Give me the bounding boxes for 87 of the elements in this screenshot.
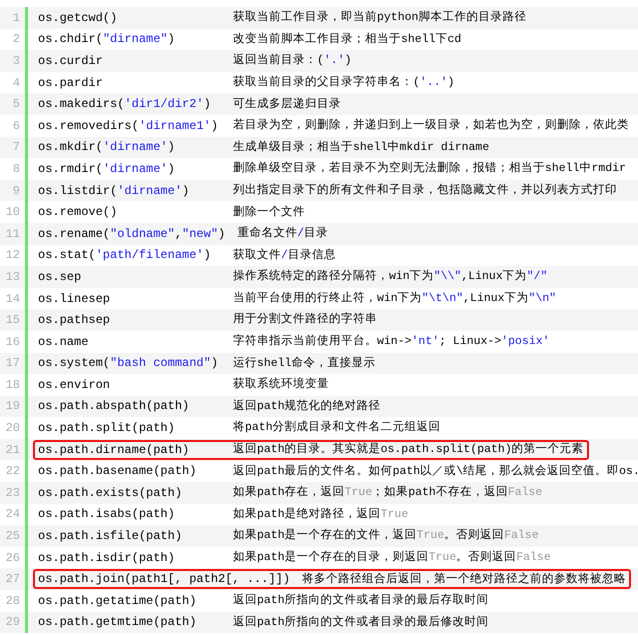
function-name: os.path.isdir(path) <box>38 550 176 567</box>
line-number: 4 <box>12 74 20 92</box>
function-name: os.mkdir('dirname') <box>38 139 176 156</box>
description: 可生成多层递归目录 <box>233 96 341 113</box>
description: 返回path的目录。其实就是os.path.split(path)的第一个元素 <box>233 441 584 458</box>
description: 如果path是一个存在的文件，返回True。否则返回 False <box>233 528 539 544</box>
line-number: 11 <box>6 226 20 243</box>
line-number: 22 <box>6 463 20 480</box>
function-name: os.path.abspath(path) <box>38 398 190 416</box>
description: 生成单级目录；相当于shell中mkdir dirname <box>233 140 490 156</box>
description: 如果path存在，返回True；如果path不存在，返回 False <box>233 484 542 502</box>
line-number: 5 <box>12 96 20 114</box>
description: 用于分割文件路径的字符串 <box>233 311 377 328</box>
line-number: 18 <box>6 376 20 394</box>
function-name: os.pardir <box>38 74 104 92</box>
description: 重命名文件/目录 <box>237 226 328 242</box>
description: 获取当前目录的父目录字符串名：('..') <box>233 74 454 91</box>
description: 列出指定目录下的所有文件和子目录，包括隐藏文件，并以列表方式打印 <box>233 182 617 199</box>
function-name: os.name <box>38 334 90 351</box>
function-name: os.path.getmtime(path) <box>38 614 198 632</box>
line-number: 29 <box>6 614 20 632</box>
line-number: 15 <box>6 312 20 330</box>
line-number: 9 <box>12 182 20 200</box>
line-number: 23 <box>6 484 20 502</box>
function-name: os.getcwd() <box>38 10 118 27</box>
function-name: os.removedirs('dirname1') <box>38 118 220 135</box>
line-number: 14 <box>6 290 20 308</box>
line-number: 1 <box>12 10 20 27</box>
description: 获取系统环境变量 <box>233 376 329 394</box>
function-name: os.path.exists(path) <box>38 484 184 502</box>
function-name: os.path.getatime(path) <box>38 592 198 610</box>
function-name: os.stat('path/filename') <box>38 247 212 264</box>
description: 当前平台使用的行终止符，win下为"\t\n",Linux下为"\n" <box>233 290 556 307</box>
line-number: 26 <box>6 550 20 567</box>
function-name: os.system("bash command") <box>38 355 220 372</box>
function-name: os.chdir("dirname") <box>38 31 176 48</box>
function-name: os.listdir('dirname') <box>38 182 190 200</box>
line-number: 21 <box>6 442 20 459</box>
function-name: os.pathsep <box>38 312 112 330</box>
description: 如果path是一个存在的目录，则返回True。否则返回 False <box>233 550 551 566</box>
description: 返回path所指向的文件或者目录的最后修改时间 <box>233 614 489 631</box>
description: 返回当前目录：('.') <box>233 52 352 70</box>
description: 返回path所指向的文件或者目录的最后存取时间 <box>233 592 489 610</box>
line-number: 17 <box>6 355 20 372</box>
function-name: os.environ <box>38 376 112 394</box>
line-number: 2 <box>12 31 20 48</box>
function-name: os.path.isfile(path) <box>38 528 184 546</box>
line-number: 13 <box>6 268 20 286</box>
function-name: os.path.isabs(path) <box>38 506 176 524</box>
function-name: os.path.basename(path) <box>38 463 198 480</box>
line-number: 3 <box>12 52 20 70</box>
line-number: 19 <box>6 398 20 416</box>
description: 删除一个文件 <box>233 204 305 221</box>
line-number: 6 <box>12 118 20 135</box>
description: 运行shell命令，直接显示 <box>233 356 376 372</box>
function-name: os.path.dirname(path) <box>38 442 190 459</box>
description: 字符串指示当前使用平台。win->'nt'; Linux->'posix' <box>233 333 550 350</box>
description: 将多个路径组合后返回，第一个绝对路径之前的参数将被忽略 <box>302 571 626 588</box>
line-number: 8 <box>12 160 20 178</box>
line-number: 20 <box>6 420 20 438</box>
description: 获取当前工作目录，即当前python脚本工作的目录路径 <box>233 10 526 26</box>
function-name: os.rmdir('dirname') <box>38 160 176 178</box>
line-number: 16 <box>6 334 20 351</box>
line-number: 25 <box>6 528 20 546</box>
function-name: os.sep <box>38 268 82 286</box>
description: 如果path是绝对路径，返回True <box>233 506 408 523</box>
line-number: 7 <box>12 139 20 156</box>
description: 将path分割成目录和文件名二元组返回 <box>233 420 441 436</box>
function-name: os.curdir <box>38 52 104 70</box>
description: 获取文件/目录信息 <box>233 248 336 264</box>
description: 删除单级空目录，若目录不为空则无法删除，报错；相当于shell中rmdir <box>233 160 626 178</box>
function-name: os.path.split(path) <box>38 420 176 438</box>
function-name: os.rename("oldname","new") <box>38 226 226 243</box>
line-number: 12 <box>6 247 20 264</box>
description: 返回path最后的文件名。如何path以／或\结尾，那么就会返回空值。即os. <box>233 463 638 480</box>
line-number: 28 <box>6 592 20 610</box>
description: 改变当前脚本工作目录；相当于shell下cd <box>233 31 462 48</box>
description: 若目录为空，则删除，并递归到上一级目录，如若也为空，则删除，依此类 <box>233 117 629 134</box>
function-name: os.makedirs('dir1/dir2') <box>38 96 212 114</box>
description: 返回path规范化的绝对路径 <box>233 398 381 415</box>
line-number: 27 <box>6 571 20 588</box>
function-name: os.path.join(path1[, path2[, ...]]) <box>38 571 292 588</box>
description: 操作系统特定的路径分隔符，win下为"\\",Linux下为"/" <box>233 268 548 286</box>
line-number: 10 <box>6 204 20 222</box>
function-name: os.linesep <box>38 290 112 308</box>
function-name: os.remove() <box>38 204 118 222</box>
line-number: 24 <box>6 506 20 524</box>
